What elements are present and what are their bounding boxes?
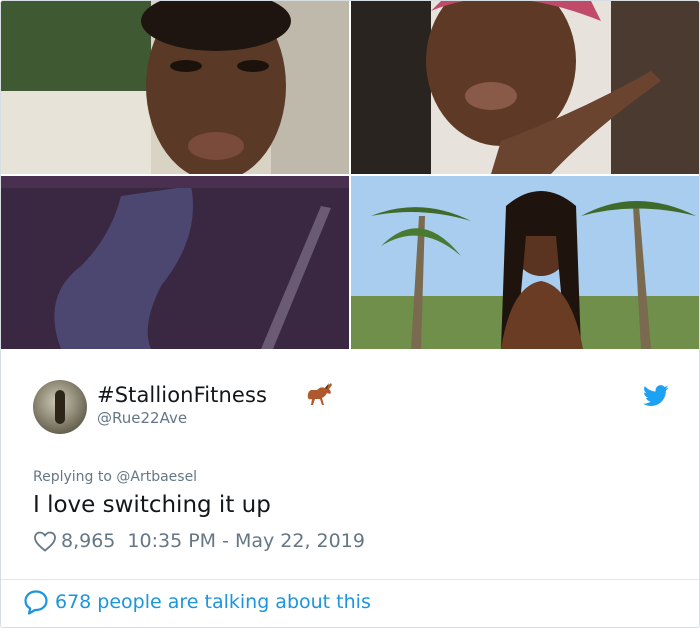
- tweet-photo-1[interactable]: [1, 1, 349, 174]
- heart-icon[interactable]: [33, 530, 57, 552]
- twitter-bird-icon[interactable]: [643, 385, 669, 407]
- user-handle[interactable]: @Rue22Ave: [97, 409, 187, 427]
- photo-2-image: [351, 1, 699, 174]
- avatar-figure: [55, 390, 65, 424]
- photo-3-image: [1, 176, 349, 349]
- tweet-photo-4[interactable]: [351, 176, 699, 349]
- tweet-meta: 8,965 10:35 PM - May 22, 2019: [33, 528, 365, 554]
- people-talking-link[interactable]: 678 people are talking about this: [23, 589, 371, 615]
- tweet-header: #StallionFitness @Rue22Ave: [33, 380, 673, 436]
- replying-to[interactable]: Replying to @Artbaesel: [33, 469, 197, 485]
- divider: [1, 579, 699, 580]
- tweet-card: #StallionFitness @Rue22Ave Replying to @…: [0, 0, 700, 628]
- tweet-photo-3[interactable]: [1, 176, 349, 349]
- like-count[interactable]: 8,965: [61, 530, 115, 552]
- photo-grid: [1, 1, 699, 351]
- tweet-photo-2[interactable]: [351, 1, 699, 174]
- photo-1-image: [1, 1, 349, 174]
- display-name[interactable]: #StallionFitness: [97, 383, 267, 407]
- timestamp[interactable]: 10:35 PM - May 22, 2019: [127, 530, 365, 552]
- avatar[interactable]: [33, 380, 87, 434]
- photo-4-image: [351, 176, 699, 349]
- people-talking-text[interactable]: 678 people are talking about this: [55, 591, 371, 613]
- tweet-text: I love switching it up: [33, 492, 271, 518]
- comment-bubble-icon: [24, 590, 48, 615]
- horse-emoji-icon: [307, 383, 332, 405]
